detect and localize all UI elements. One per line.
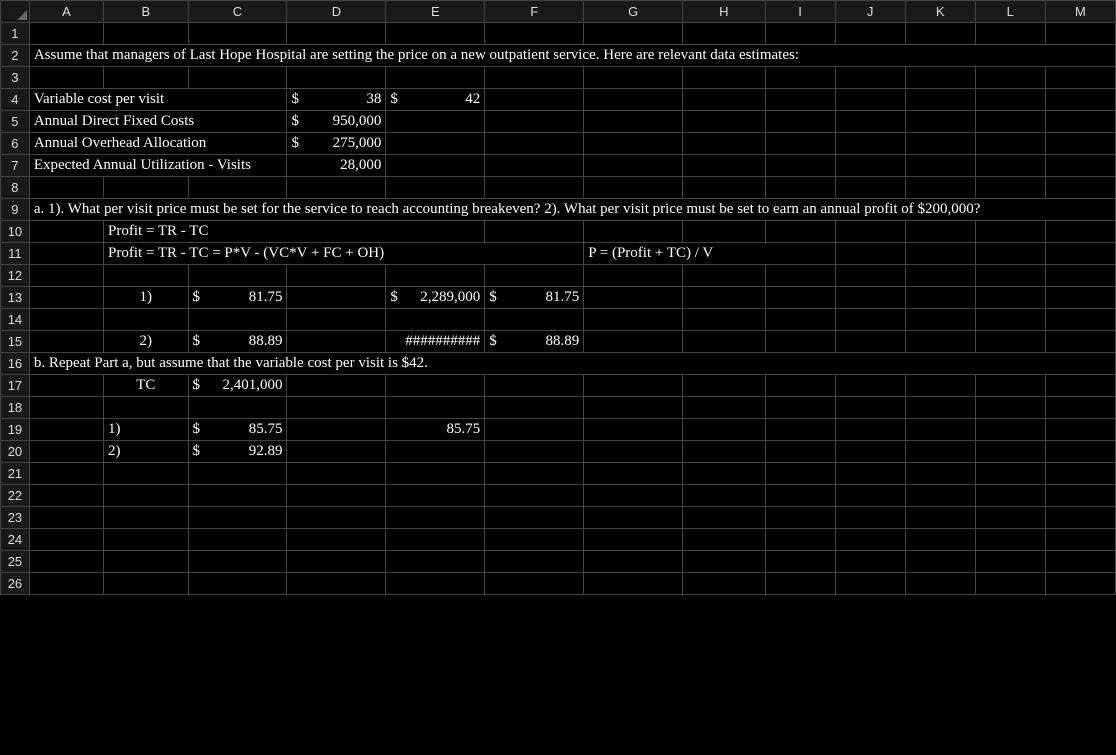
cell-E15[interactable]: ########## (386, 331, 485, 353)
row-23[interactable]: 23 (1, 507, 30, 529)
cell-D7[interactable]: 28,000 (287, 155, 386, 177)
row-2[interactable]: 2 (1, 45, 30, 67)
col-F[interactable]: F (485, 1, 584, 23)
cell-D5[interactable]: $950,000 (287, 111, 386, 133)
cell-C17[interactable]: $2,401,000 (188, 375, 287, 397)
col-G[interactable]: G (584, 1, 683, 23)
cell-A16[interactable]: b. Repeat Part a, but assume that the va… (29, 353, 1115, 375)
cell-C19[interactable]: $85.75 (188, 419, 287, 441)
cell-A6[interactable]: Annual Overhead Allocation (29, 133, 287, 155)
row-16[interactable]: 16 (1, 353, 30, 375)
cell-A5[interactable]: Annual Direct Fixed Costs (29, 111, 287, 133)
row-19[interactable]: 19 (1, 419, 30, 441)
col-J[interactable]: J (835, 1, 905, 23)
row-7[interactable]: 7 (1, 155, 30, 177)
col-C[interactable]: C (188, 1, 287, 23)
row-14[interactable]: 14 (1, 309, 30, 331)
cell-A7[interactable]: Expected Annual Utilization - Visits (29, 155, 287, 177)
col-K[interactable]: K (905, 1, 975, 23)
row-21[interactable]: 21 (1, 463, 30, 485)
cell-B19[interactable]: 1) (104, 419, 189, 441)
col-E[interactable]: E (386, 1, 485, 23)
cell-B20[interactable]: 2) (104, 441, 189, 463)
row-17[interactable]: 17 (1, 375, 30, 397)
cell-B15[interactable]: 2) (104, 331, 189, 353)
cell-C15[interactable]: $88.89 (188, 331, 287, 353)
select-all-corner[interactable] (1, 1, 30, 23)
column-header-row: A B C D E F G H I J K L M (1, 1, 1116, 23)
row-5[interactable]: 5 (1, 111, 30, 133)
col-H[interactable]: H (683, 1, 765, 23)
cell-E19[interactable]: 85.75 (386, 419, 485, 441)
cell-E4[interactable]: $42 (386, 89, 485, 111)
col-I[interactable]: I (765, 1, 835, 23)
spreadsheet-grid[interactable]: A B C D E F G H I J K L M 1 2 Assume tha… (0, 0, 1116, 595)
cell-B13[interactable]: 1) (104, 287, 189, 309)
cell-F15[interactable]: $88.89 (485, 331, 584, 353)
cell-A4[interactable]: Variable cost per visit (29, 89, 287, 111)
cell-C20[interactable]: $92.89 (188, 441, 287, 463)
col-M[interactable]: M (1045, 1, 1115, 23)
row-15[interactable]: 15 (1, 331, 30, 353)
row-3[interactable]: 3 (1, 67, 30, 89)
row-9[interactable]: 9 (1, 199, 30, 221)
cell-A2[interactable]: Assume that managers of Last Hope Hospit… (29, 45, 1115, 67)
col-A[interactable]: A (29, 1, 103, 23)
cell-B10[interactable]: Profit = TR - TC (104, 221, 485, 243)
row-1[interactable]: 1 (1, 23, 30, 45)
cell-D4[interactable]: $38 (287, 89, 386, 111)
cell-C13[interactable]: $81.75 (188, 287, 287, 309)
row-8[interactable]: 8 (1, 177, 30, 199)
cell-G11[interactable]: P = (Profit + TC) / V (584, 243, 835, 265)
cell-E13[interactable]: $2,289,000 (386, 287, 485, 309)
row-11[interactable]: 11 (1, 243, 30, 265)
cell-F13[interactable]: $81.75 (485, 287, 584, 309)
cell-A9[interactable]: a. 1). What per visit price must be set … (29, 199, 1115, 221)
col-D[interactable]: D (287, 1, 386, 23)
cell-A1[interactable] (29, 23, 103, 45)
row-13[interactable]: 13 (1, 287, 30, 309)
col-B[interactable]: B (104, 1, 189, 23)
row-24[interactable]: 24 (1, 529, 30, 551)
row-20[interactable]: 20 (1, 441, 30, 463)
cell-B11[interactable]: Profit = TR - TC = P*V - (VC*V + FC + OH… (104, 243, 584, 265)
cell-D6[interactable]: $275,000 (287, 133, 386, 155)
row-4[interactable]: 4 (1, 89, 30, 111)
row-12[interactable]: 12 (1, 265, 30, 287)
cell-B17[interactable]: TC (104, 375, 189, 397)
row-10[interactable]: 10 (1, 221, 30, 243)
col-L[interactable]: L (975, 1, 1045, 23)
row-22[interactable]: 22 (1, 485, 30, 507)
row-18[interactable]: 18 (1, 397, 30, 419)
row-26[interactable]: 26 (1, 573, 30, 595)
row-25[interactable]: 25 (1, 551, 30, 573)
row-6[interactable]: 6 (1, 133, 30, 155)
